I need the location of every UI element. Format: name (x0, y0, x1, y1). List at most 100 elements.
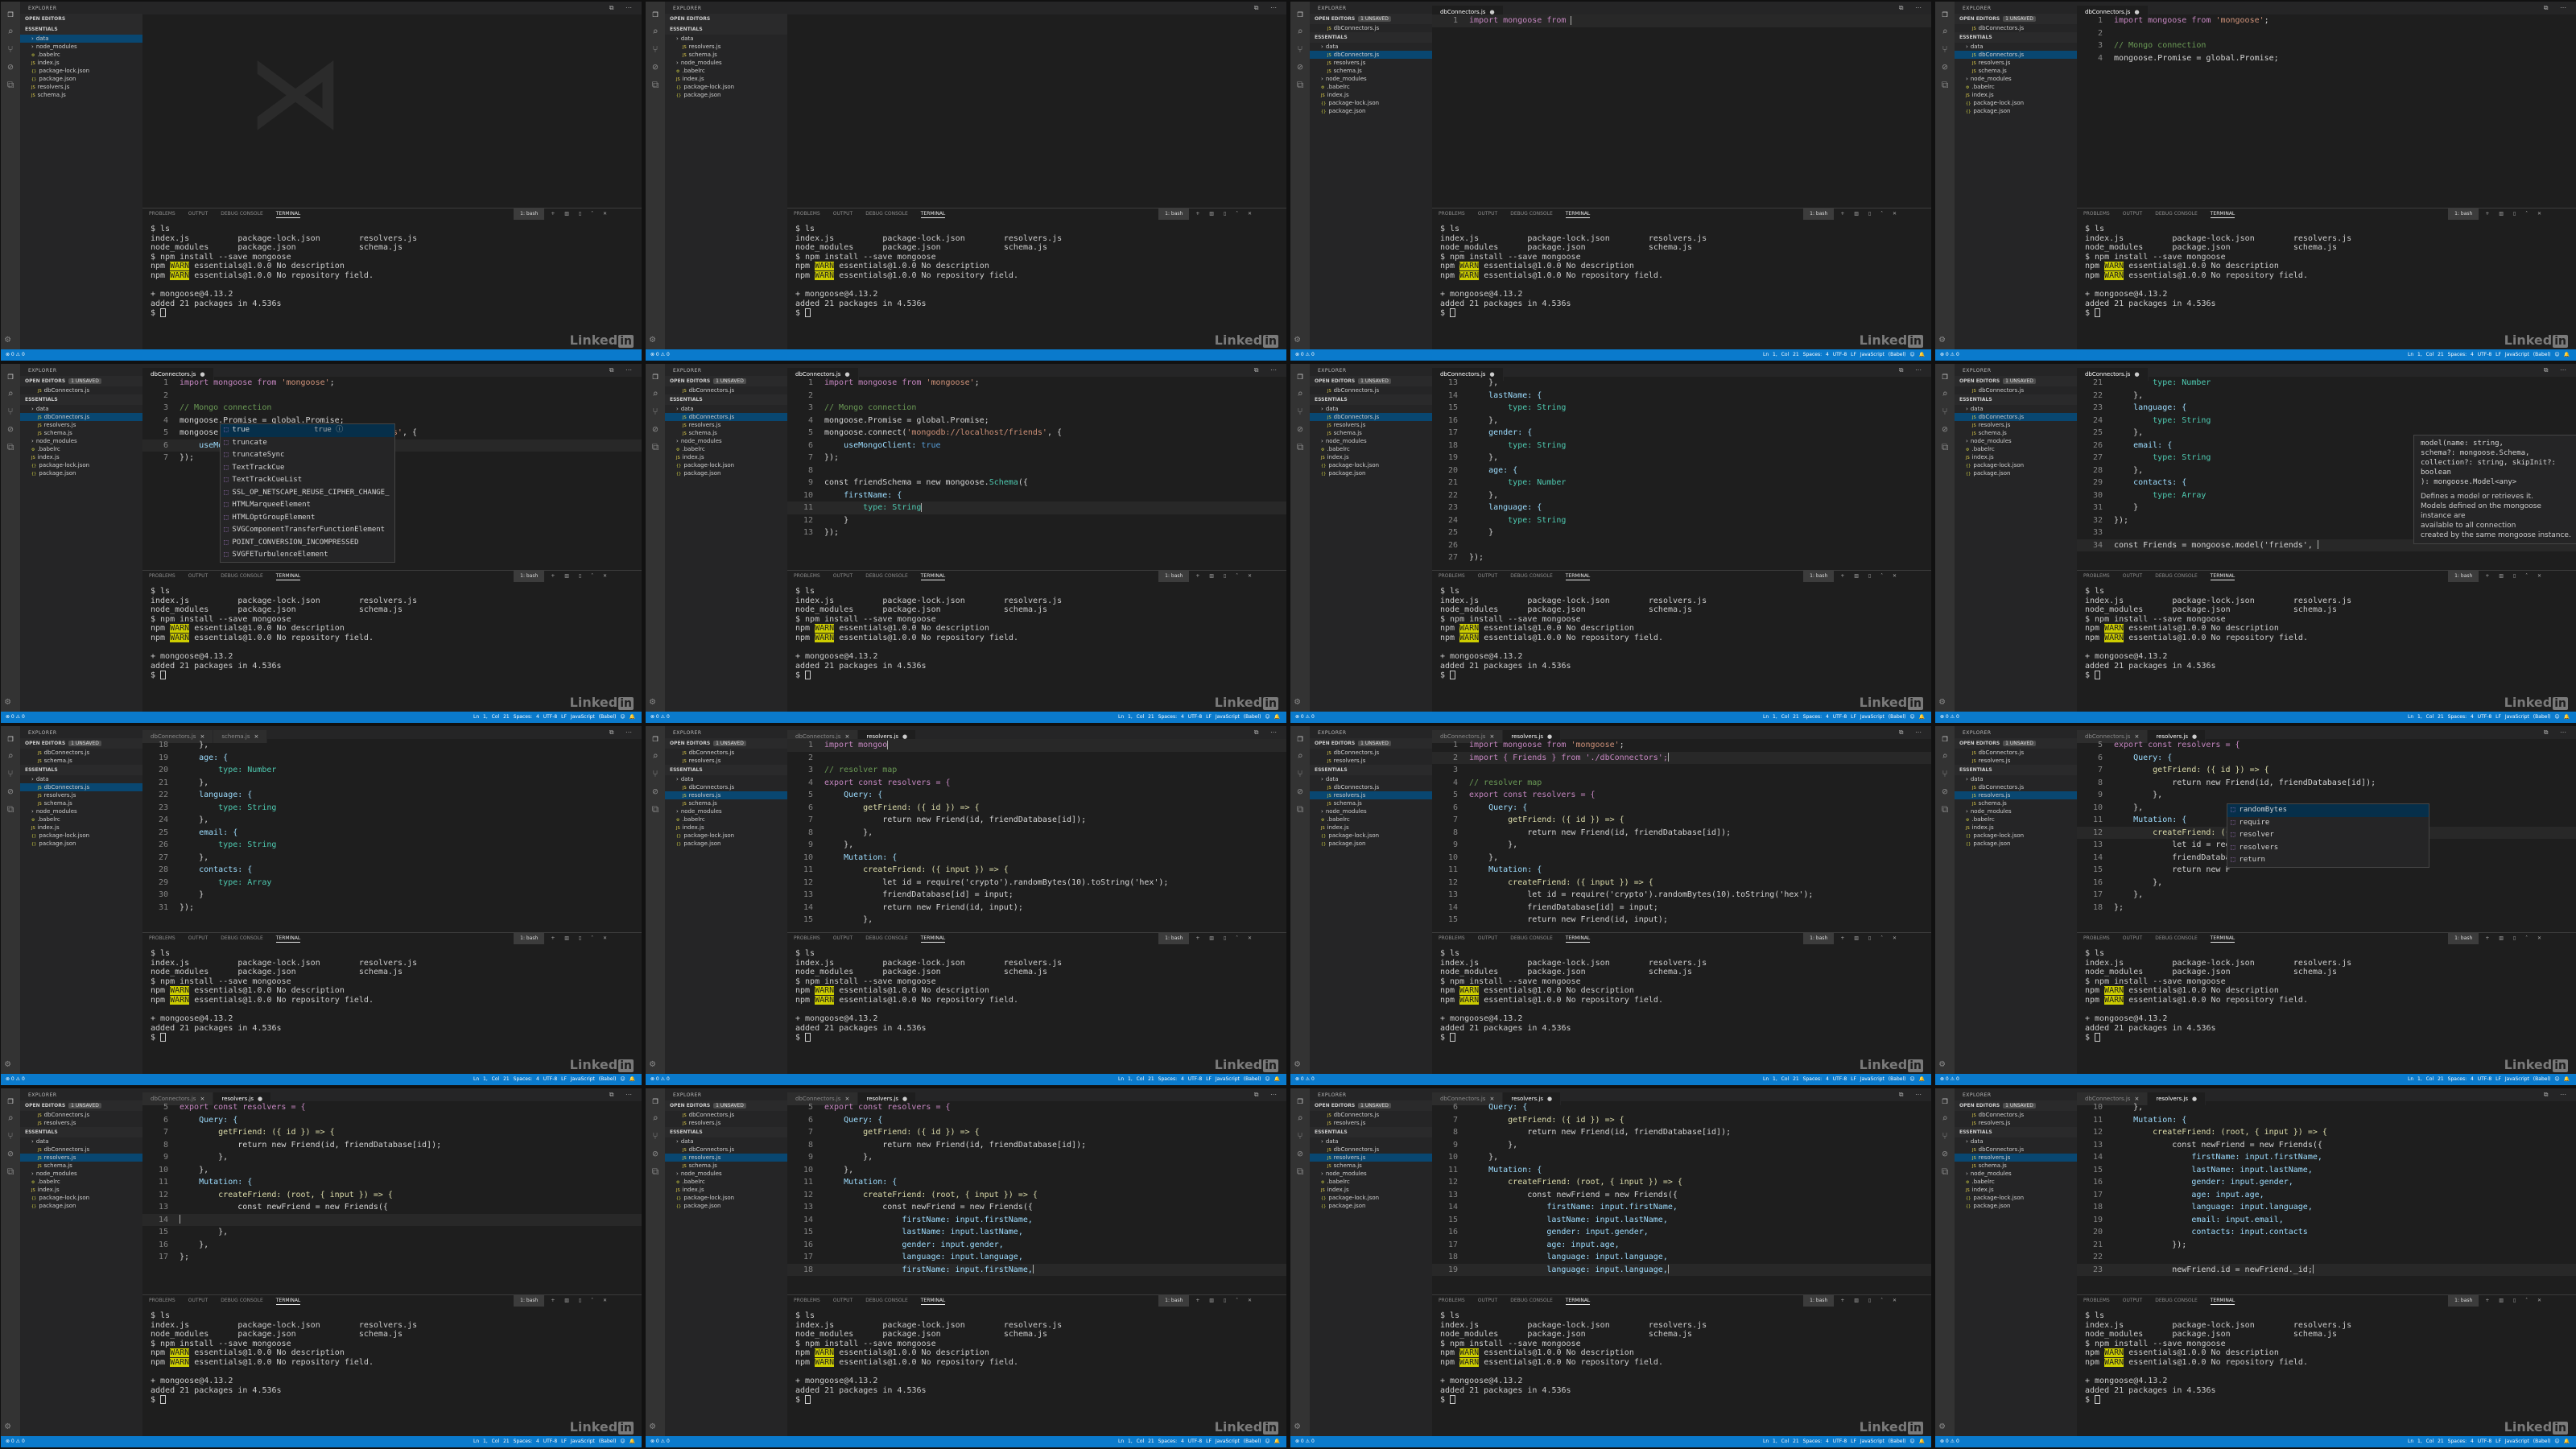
panel-action-icons[interactable]: + ▥ ▯ ˄ ✕ (2485, 935, 2545, 941)
tab-output[interactable]: OUTPUT (188, 573, 208, 579)
open-editors-header[interactable]: OPEN EDITORS 1 UNSAVED (1955, 14, 2077, 24)
terminal-prompt[interactable]: $ (2085, 308, 2576, 318)
split-editor-icon[interactable]: ⧉ ⋯ (1254, 729, 1282, 737)
split-editor-icon[interactable]: ⧉ ⋯ (609, 4, 637, 12)
open-editor-item[interactable]: JS resolvers.js (1955, 1119, 2077, 1127)
file-tree-item[interactable]: ⚙ .babelrc (1310, 445, 1432, 453)
file-tree-item[interactable]: {} package.json (1955, 107, 2077, 115)
source-control-icon[interactable]: ⑂ (1294, 43, 1306, 55)
file-tree-item[interactable]: JS schema.js (1310, 1162, 1432, 1170)
panel-action-icons[interactable]: + ▥ ▯ ˄ ✕ (2485, 573, 2545, 579)
file-tree-item[interactable]: JS index.js (665, 824, 787, 832)
suggestion-item[interactable]: ⬚ TextTrackCue (221, 462, 394, 475)
gear-icon[interactable]: ⚙ (1294, 333, 1300, 345)
file-tree-item[interactable]: › data (1310, 405, 1432, 413)
panel-action-icons[interactable]: + ▥ ▯ ˄ ✕ (1195, 1298, 1256, 1303)
file-tree-item[interactable]: JS dbConnectors.js (665, 1146, 787, 1154)
tab-output[interactable]: OUTPUT (833, 573, 852, 579)
open-editor-item[interactable]: JS dbConnectors.js (1955, 24, 2077, 32)
tab-debug-console[interactable]: DEBUG CONSOLE (221, 935, 263, 941)
file-tree-item[interactable]: {} package.json (665, 91, 787, 99)
file-tree-item[interactable]: › data (1955, 43, 2077, 51)
open-editor-item[interactable]: JS dbConnectors.js (665, 386, 787, 394)
debug-icon[interactable]: ⊘ (5, 1148, 16, 1159)
open-editor-item[interactable]: JS dbConnectors.js (1310, 749, 1432, 757)
tab-output[interactable]: OUTPUT (188, 935, 208, 941)
panel-action-icons[interactable]: + ▥ ▯ ˄ ✕ (551, 1298, 611, 1303)
terminal-prompt[interactable]: $ (2085, 1033, 2576, 1042)
tab-debug-console[interactable]: DEBUG CONSOLE (2155, 573, 2198, 579)
split-editor-icon[interactable]: ⧉ ⋯ (609, 1091, 637, 1099)
file-tree-item[interactable]: JS index.js (665, 453, 787, 461)
file-tree-item[interactable]: {} package-lock.json (1955, 99, 2077, 107)
file-tree-item[interactable]: › node_modules (20, 1170, 142, 1178)
file-tree-item[interactable]: › node_modules (1310, 807, 1432, 815)
terminal-shell-select[interactable]: 1: bash (1803, 208, 1835, 220)
open-editors-header[interactable]: OPEN EDITORS 1 UNSAVED (1955, 1100, 2077, 1111)
extensions-icon[interactable]: ⧉ (5, 441, 16, 452)
tab-debug-console[interactable]: DEBUG CONSOLE (865, 573, 908, 579)
status-problems[interactable]: ⊗ 0 ⚠ 0 (6, 349, 25, 361)
extensions-icon[interactable]: ⧉ (1939, 803, 1951, 815)
tab-debug-console[interactable]: DEBUG CONSOLE (2155, 1298, 2198, 1303)
file-tree-item[interactable]: › node_modules (1955, 75, 2077, 83)
extensions-icon[interactable]: ⧉ (1294, 1166, 1306, 1177)
code-editor[interactable]: 1 import mongoose from 'mongoose'; 2 3// Mo… (2077, 14, 2576, 208)
open-editors-header[interactable]: OPEN EDITORS 1 UNSAVED (665, 376, 787, 386)
search-icon[interactable]: ⌕ (650, 388, 661, 399)
extensions-icon[interactable]: ⧉ (1939, 1166, 1951, 1177)
open-editor-item[interactable]: JS dbConnectors.js (665, 749, 787, 757)
open-editors-header[interactable]: OPEN EDITORS 1 UNSAVED (665, 738, 787, 749)
terminal-output[interactable]: $ ls index.js package-lock.json resolvers… (2077, 220, 2576, 318)
tab-problems[interactable]: PROBLEMS (149, 1298, 175, 1303)
file-tree-item[interactable]: JS dbConnectors.js (1310, 51, 1432, 59)
tab-terminal[interactable]: TERMINAL (2210, 573, 2235, 580)
file-tree-item[interactable]: JS dbConnectors.js (1955, 1146, 2077, 1154)
terminal-output[interactable]: $ ls index.js package-lock.json resolvers… (2077, 582, 2576, 680)
file-tree-item[interactable]: JS resolvers.js (1310, 421, 1432, 429)
tab-output[interactable]: OUTPUT (2123, 935, 2142, 941)
file-tree-item[interactable]: JS dbConnectors.js (1955, 413, 2077, 421)
file-tree-item[interactable]: {} package-lock.json (20, 832, 142, 840)
files-icon[interactable]: ❐ (1939, 733, 1951, 744)
panel-action-icons[interactable]: + ▥ ▯ ˄ ✕ (1840, 935, 1901, 941)
panel-actions[interactable]: 1: bash + ▥ ▯ ˄ ✕ (1158, 1295, 1269, 1307)
file-tree-item[interactable]: ⚙ .babelrc (20, 445, 142, 453)
tab-debug-console[interactable]: DEBUG CONSOLE (221, 211, 263, 217)
file-tree-item[interactable]: {} package.json (665, 469, 787, 477)
file-tree-item[interactable]: JS resolvers.js (1310, 59, 1432, 67)
code-editor[interactable]: 1 import mongoose from (1432, 14, 1931, 208)
file-tree-item[interactable]: {} package-lock.json (665, 461, 787, 469)
panel-actions[interactable]: 1: bash + ▥ ▯ ˄ ✕ (514, 1295, 624, 1307)
status-info[interactable]: Ln 1, Col 21 Spaces: 4 UTF-8 LF JavaScri… (2408, 1074, 2570, 1085)
terminal-output[interactable]: $ ls index.js package-lock.json resolvers… (1432, 220, 1931, 318)
open-editor-item[interactable]: JS resolvers.js (665, 757, 787, 765)
terminal-shell-select[interactable]: 1: bash (1803, 571, 1835, 582)
tab-terminal[interactable]: TERMINAL (920, 1298, 946, 1305)
suggestion-item[interactable]: ⬚ resolvers (2227, 842, 2429, 855)
file-tree-item[interactable]: JS resolvers.js (1310, 1154, 1432, 1162)
extensions-icon[interactable]: ⧉ (650, 803, 661, 815)
file-tree-item[interactable]: {} package.json (1955, 840, 2077, 848)
file-tree-item[interactable]: {} package.json (20, 1202, 142, 1210)
split-editor-icon[interactable]: ⧉ ⋯ (2544, 4, 2571, 12)
file-tree-item[interactable]: JS resolvers.js (665, 1154, 787, 1162)
file-tree-item[interactable]: ⚙ .babelrc (1310, 815, 1432, 824)
file-tree-item[interactable]: › node_modules (20, 807, 142, 815)
gear-icon[interactable]: ⚙ (1294, 696, 1300, 707)
open-editors-header[interactable]: OPEN EDITORS (20, 14, 142, 24)
file-tree-item[interactable]: JS schema.js (1955, 799, 2077, 807)
tab-problems[interactable]: PROBLEMS (794, 573, 820, 579)
split-editor-icon[interactable]: ⧉ ⋯ (1899, 729, 1926, 737)
file-tree-item[interactable]: › node_modules (1955, 437, 2077, 445)
panel-actions[interactable]: 1: bash + ▥ ▯ ˄ ✕ (2448, 571, 2558, 582)
suggestion-item[interactable]: ⬚ return (2227, 854, 2429, 867)
file-tree-item[interactable]: {} package.json (665, 840, 787, 848)
code-editor[interactable]: 10 }, 11 Mutation: {12 createFriend: (roo… (2077, 1101, 2576, 1294)
terminal-output[interactable]: $ ls index.js package-lock.json resolvers… (142, 582, 642, 680)
terminal-prompt[interactable]: $ (795, 1033, 1286, 1042)
code-editor[interactable]: 1 import mongoose from 'mongoose'; 2 3// Mo… (142, 377, 642, 570)
project-header[interactable]: ESSENTIALS (665, 24, 787, 35)
search-icon[interactable]: ⌕ (1939, 750, 1951, 762)
terminal-prompt[interactable]: $ (795, 1395, 1286, 1405)
